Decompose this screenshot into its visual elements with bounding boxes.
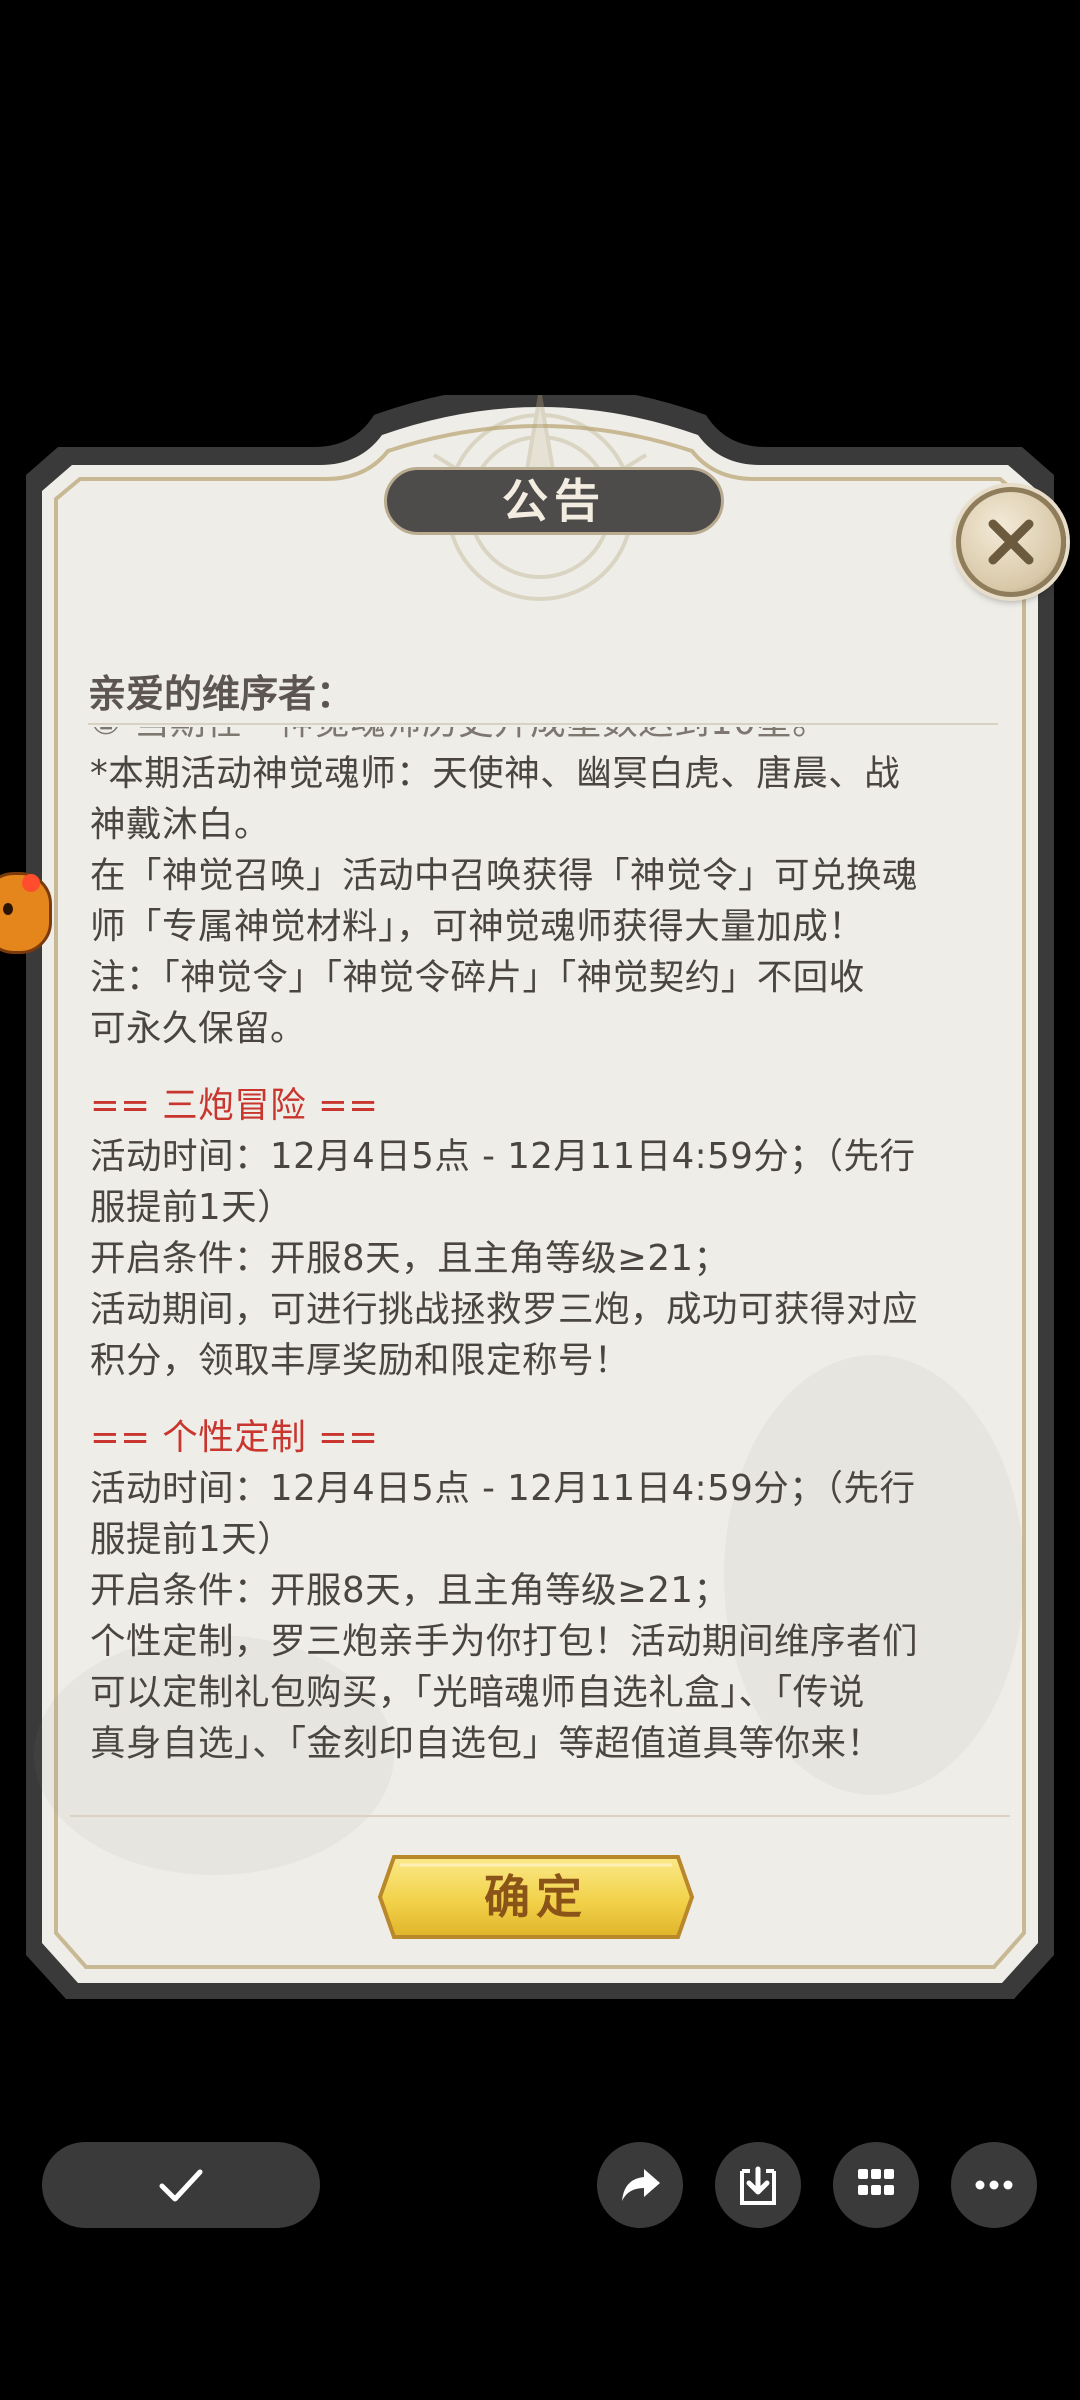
text-line: 可永久保留。 <box>90 1008 307 1049</box>
greeting-text: 亲爱的维序者： <box>88 671 355 716</box>
grid-button[interactable] <box>833 2142 919 2228</box>
text-line: 在「神觉召唤」活动中召唤获得「神觉令」可兑换魂 <box>90 855 919 896</box>
close-button[interactable] <box>956 487 1066 597</box>
checkmark-icon <box>159 2169 203 2202</box>
download-icon <box>740 2166 776 2205</box>
text-line: 活动期间，可进行挑战拯救罗三炮，成功可获得对应 <box>90 1289 919 1330</box>
more-button[interactable] <box>951 2142 1037 2228</box>
share-button[interactable] <box>597 2142 683 2228</box>
text-line: 师「专属神觉材料」，可神觉魂师获得大量加成！ <box>90 906 865 947</box>
text-line: 活动时间：12月4日5点 - 12月11日4:59分；（先行 <box>90 1468 916 1509</box>
more-icon <box>975 2180 1013 2190</box>
divider <box>88 723 998 725</box>
text-line: 真身自选」、「金刻印自选包」等超值道具等你来！ <box>90 1723 883 1764</box>
text-line: 服提前1天） <box>90 1519 294 1560</box>
confirm-button[interactable]: 确定 <box>376 1853 696 1941</box>
dialog-title: 公告 <box>384 467 724 535</box>
notification-dot <box>22 874 40 892</box>
text-line: 开启条件：开服8天，且主角等级≥21； <box>90 1570 730 1611</box>
text-line: *本期活动神觉魂师：天使神、幽冥白虎、唐晨、战 <box>90 753 901 794</box>
announcement-scroll-area[interactable]: ② 当期任一神觉魂师历史升成星数达到10星。 *本期活动神觉魂师：天使神、幽冥白… <box>90 727 1010 1827</box>
announcement-dialog: 公告 亲爱的维序者： ② 当期任一神觉魂师历史升成星数达到10星。 *本期活动神… <box>14 395 1066 2015</box>
grid-icon <box>858 2169 894 2195</box>
confirm-check-button[interactable] <box>42 2142 320 2228</box>
section-heading: == 个性定制 == <box>90 1417 379 1458</box>
close-icon <box>988 519 1034 565</box>
text-line: 活动时间：12月4日5点 - 12月11日4:59分；（先行 <box>90 1136 916 1177</box>
announcement-content: ② 当期任一神觉魂师历史升成星数达到10星。 *本期活动神觉魂师：天使神、幽冥白… <box>90 727 1010 1769</box>
share-icon <box>622 2169 660 2201</box>
text-line: 服提前1天） <box>90 1187 294 1228</box>
text-line: 积分，领取丰厚奖励和限定称号！ <box>90 1340 631 1381</box>
confirm-label: 确定 <box>484 1870 588 1924</box>
section-heading: == 三炮冒险 == <box>90 1085 379 1126</box>
download-button[interactable] <box>715 2142 801 2228</box>
divider <box>70 1815 1010 1817</box>
text-line: ② 当期任一神觉魂师历史升成星数达到10星。 <box>90 727 1010 748</box>
text-line: 神戴沐白。 <box>90 804 271 845</box>
text-line: 个性定制，罗三炮亲手为你打包！活动期间维序者们 <box>90 1621 919 1662</box>
text-line: 注：「神觉令」「神觉令碎片」「神觉契约」不回收 <box>90 957 865 998</box>
text-line: 可以定制礼包购买，「光暗魂师自选礼盒」、「传说 <box>90 1672 865 1713</box>
text-line: 开启条件：开服8天，且主角等级≥21； <box>90 1238 730 1279</box>
